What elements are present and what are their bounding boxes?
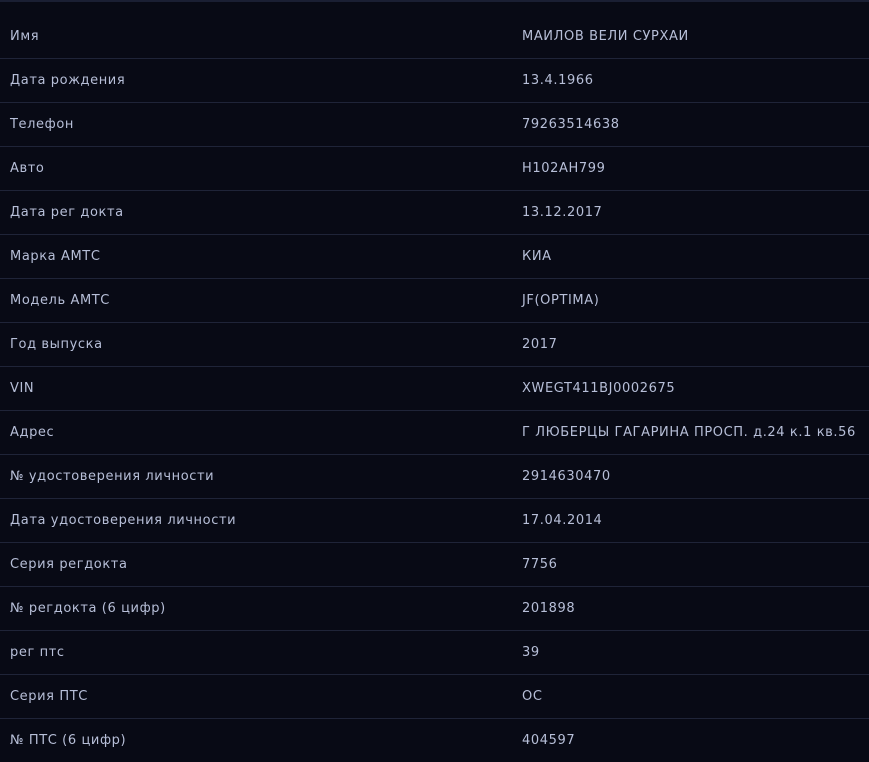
row-value: 201898 — [522, 601, 576, 616]
row-value: JF(OPTIMA) — [522, 293, 600, 308]
row-label: Год выпуска — [10, 337, 103, 352]
table-row-reg-doc-series: Серия регдокта 7756 — [0, 543, 869, 587]
row-value: 39 — [522, 645, 540, 660]
row-label: Модель АМТС — [10, 293, 110, 308]
row-label: № регдокта (6 цифр) — [10, 601, 166, 616]
row-value: 2017 — [522, 337, 558, 352]
row-value: 13.4.1966 — [522, 73, 594, 88]
table-row-car: Авто Н102АН799 — [0, 147, 869, 191]
row-label: рег птс — [10, 645, 65, 660]
row-value: 79263514638 — [522, 117, 620, 132]
table-row-reg-pts: рег птс 39 — [0, 631, 869, 675]
table-row-address: Адрес Г ЛЮБЕРЦЫ ГАГАРИНА ПРОСП. д.24 к.1… — [0, 411, 869, 455]
row-value: Г ЛЮБЕРЦЫ ГАГАРИНА ПРОСП. д.24 к.1 кв.56 — [522, 425, 856, 440]
table-row-reg-doc-date: Дата рег докта 13.12.2017 — [0, 191, 869, 235]
row-label: Серия регдокта — [10, 557, 128, 572]
table-row-vehicle-model: Модель АМТС JF(OPTIMA) — [0, 279, 869, 323]
table-row-vin: VIN XWEGT411BJ0002675 — [0, 367, 869, 411]
row-value: МАИЛОВ ВЕЛИ СУРХАЙ — [522, 29, 689, 44]
row-label: Дата удостоверения личности — [10, 513, 237, 528]
table-row-phone: Телефон 79263514638 — [0, 103, 869, 147]
table-row-name: Имя МАИЛОВ ВЕЛИ СУРХАЙ — [0, 15, 869, 59]
row-label: VIN — [10, 381, 35, 396]
row-value: 17.04.2014 — [522, 513, 603, 528]
table-row-reg-doc-number: № регдокта (6 цифр) 201898 — [0, 587, 869, 631]
table-row-pts-series: Серия ПТС ОС — [0, 675, 869, 719]
row-label: № ПТС (6 цифр) — [10, 733, 127, 748]
row-label: Дата рождения — [10, 73, 126, 88]
row-value: КИА — [522, 249, 552, 264]
details-table: Имя МАИЛОВ ВЕЛИ СУРХАЙ Дата рождения 13.… — [0, 15, 869, 762]
row-label: Марка АМТС — [10, 249, 101, 264]
table-row-birth-date: Дата рождения 13.4.1966 — [0, 59, 869, 103]
row-value: 13.12.2017 — [522, 205, 603, 220]
row-label: Авто — [10, 161, 45, 176]
row-value: ОС — [522, 689, 543, 704]
row-value: XWEGT411BJ0002675 — [522, 381, 676, 396]
row-label: Дата рег докта — [10, 205, 124, 220]
table-row-id-number: № удостоверения личности 2914630470 — [0, 455, 869, 499]
table-row-id-date: Дата удостоверения личности 17.04.2014 — [0, 499, 869, 543]
table-row-year: Год выпуска 2017 — [0, 323, 869, 367]
row-label: Имя — [10, 29, 40, 44]
table-row-pts-number: № ПТС (6 цифр) 404597 — [0, 719, 869, 762]
row-value: 404597 — [522, 733, 576, 748]
row-value: Н102АН799 — [522, 161, 606, 176]
row-label: Адрес — [10, 425, 55, 440]
row-label: Телефон — [10, 117, 75, 132]
row-label: Серия ПТС — [10, 689, 88, 704]
table-row-vehicle-make: Марка АМТС КИА — [0, 235, 869, 279]
row-value: 2914630470 — [522, 469, 611, 484]
row-label: № удостоверения личности — [10, 469, 215, 484]
row-value: 7756 — [522, 557, 558, 572]
